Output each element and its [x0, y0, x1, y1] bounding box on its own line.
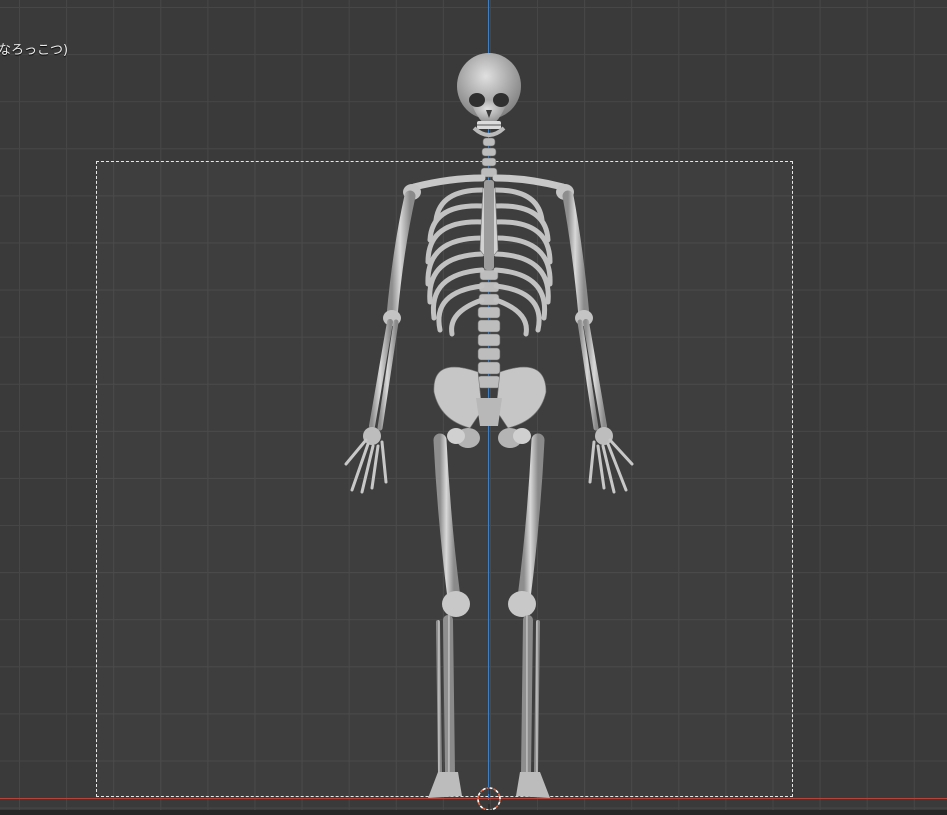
leg-left[interactable]: [508, 433, 545, 779]
arm-right[interactable]: [369, 190, 416, 431]
leg-right[interactable]: [433, 433, 470, 779]
hand-left[interactable]: [588, 427, 634, 494]
viewport-bottom-edge: [0, 810, 947, 815]
foot-left[interactable]: [516, 772, 550, 798]
thoracic-spine: [484, 180, 494, 270]
hand-right[interactable]: [344, 427, 388, 494]
foot-right[interactable]: [428, 772, 462, 798]
skeleton-model[interactable]: [0, 0, 947, 815]
3d-viewport[interactable]: なろっこつ): [0, 0, 947, 815]
3d-cursor-icon[interactable]: [475, 785, 503, 813]
arm-left[interactable]: [562, 190, 607, 431]
skull[interactable]: [457, 53, 521, 137]
